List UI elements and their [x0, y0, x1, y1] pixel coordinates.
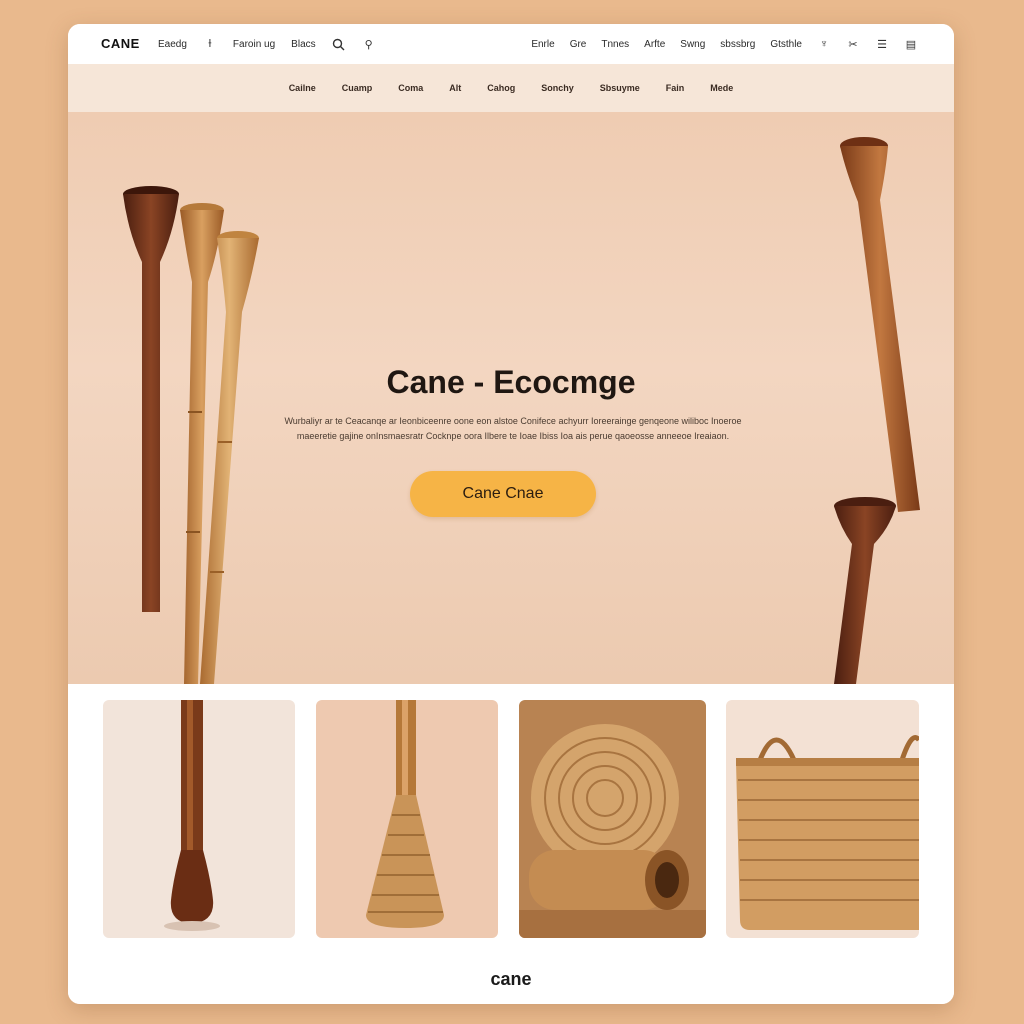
top-link[interactable]: Eaedg — [158, 39, 187, 50]
category-link[interactable]: Cailne — [289, 83, 316, 93]
top-link[interactable]: sbssbrg — [720, 39, 755, 50]
top-link[interactable]: Arfte — [644, 39, 665, 50]
footer-brand[interactable]: cane — [68, 969, 954, 990]
category-link[interactable]: Fain — [666, 83, 685, 93]
filter-icon[interactable]: ⚲ — [362, 38, 376, 51]
top-link[interactable]: Blacs — [291, 39, 315, 50]
category-link[interactable]: Sonchy — [541, 83, 574, 93]
browser-window: CANE Eaedg Ɨ Faroin ug Blacs ⚲ Enrle Gre… — [68, 24, 954, 1004]
hero-description-line: maeeretie gajine onInsmaesratr Cocknpe o… — [296, 431, 730, 441]
top-link[interactable]: Swng — [680, 39, 705, 50]
product-card-woven-basket[interactable] — [726, 700, 919, 938]
cane-left-light — [200, 231, 259, 684]
top-link[interactable]: Tnnes — [601, 39, 629, 50]
product-card-woven-mat[interactable] — [519, 700, 706, 938]
category-link[interactable]: Sbsuyme — [600, 83, 640, 93]
account-icon[interactable]: ♆ — [817, 38, 831, 50]
woven-basket-image — [726, 700, 919, 938]
woven-base-cane-image — [316, 700, 498, 938]
product-card-woven-base-cane[interactable] — [316, 700, 498, 938]
hero-title: Cane - Ecocmge — [386, 364, 636, 400]
top-link[interactable]: Gtsthle — [770, 39, 802, 50]
top-right-links: Enrle Gre Tnnes Arfte Swng sbssbrg Gtsth… — [531, 38, 918, 51]
category-link[interactable]: Cahog — [487, 83, 515, 93]
top-left-links: Eaedg Ɨ Faroin ug Blacs ⚲ — [158, 38, 376, 51]
menu-icon[interactable]: ☰ — [875, 38, 889, 51]
category-nav: Cailne Cuamp Coma Alt Cahog Sonchy Sbsuy… — [68, 64, 954, 112]
category-link[interactable]: Cuamp — [342, 83, 373, 93]
product-card-walnut-cane[interactable] — [103, 700, 295, 938]
cane-right-lower — [834, 497, 896, 684]
walnut-cane-image — [103, 700, 295, 938]
hero-cta-button[interactable]: Cane Cnae — [410, 471, 596, 517]
cane-right-upper — [840, 137, 920, 512]
wishlist-icon[interactable]: ✂ — [846, 38, 860, 51]
category-link[interactable]: Alt — [449, 83, 461, 93]
hero-description-line: Wurbaliyr ar te Ceacanqe ar Ieonbiceenre… — [284, 416, 742, 426]
top-link[interactable]: Faroin ug — [233, 39, 275, 50]
brand-logo[interactable]: CANE — [101, 36, 140, 51]
hero-banner: Cane - Ecocmge Wurbaliyr ar te Ceacanqe … — [68, 112, 954, 684]
search-icon[interactable] — [332, 38, 346, 50]
woven-mat-image — [519, 700, 706, 938]
cart-icon[interactable]: ▤ — [904, 38, 918, 51]
category-link[interactable]: Mede — [710, 83, 733, 93]
text-cursor-icon[interactable]: Ɨ — [203, 38, 217, 50]
top-link[interactable]: Enrle — [531, 39, 554, 50]
product-grid: cane — [68, 684, 954, 1004]
top-link[interactable]: Gre — [570, 39, 587, 50]
category-link[interactable]: Coma — [398, 83, 423, 93]
hero-description: Wurbaliyr ar te Ceacanqe ar Ieonbiceenre… — [258, 414, 768, 444]
top-bar: CANE Eaedg Ɨ Faroin ug Blacs ⚲ Enrle Gre… — [68, 24, 954, 64]
